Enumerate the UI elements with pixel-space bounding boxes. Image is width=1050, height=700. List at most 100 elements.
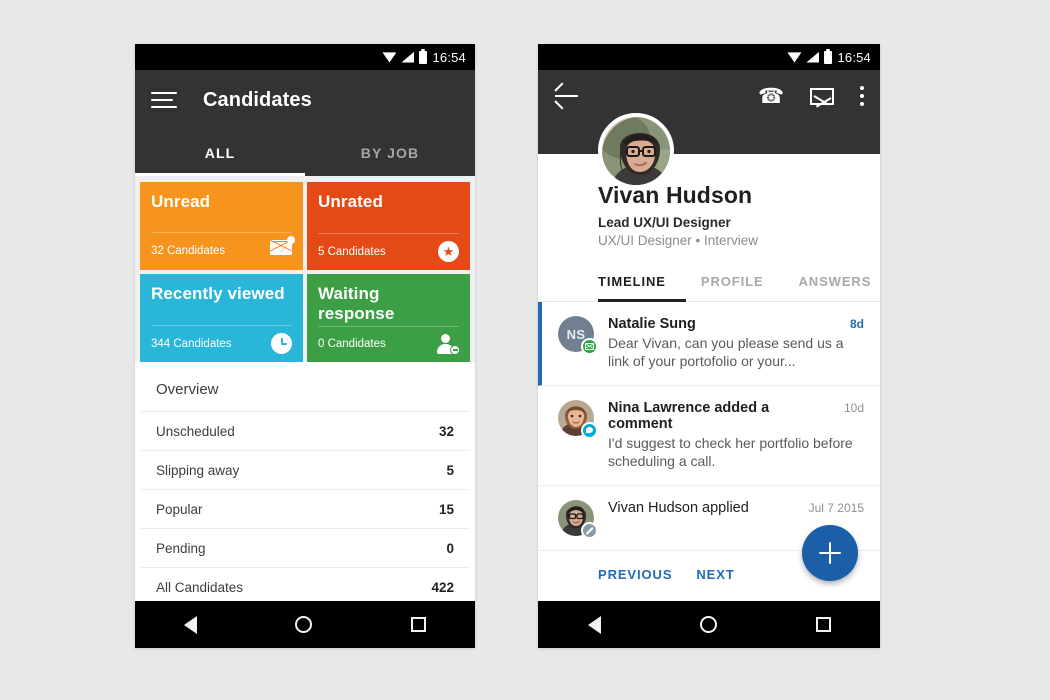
overview-row-popular[interactable]: Popular 15 — [140, 489, 470, 528]
tile-unread[interactable]: Unread 32 Candidates — [140, 182, 303, 270]
overview-value: 15 — [438, 501, 454, 517]
app-bar-right-row: ☎ — [554, 70, 864, 122]
tile-recently-viewed-count: 344 Candidates — [151, 337, 232, 350]
next-button[interactable]: NEXT — [696, 567, 734, 582]
clock-icon — [271, 333, 292, 354]
tiles-section: Unread 32 Candidates Unrated 5 Candidate… — [135, 176, 475, 362]
tile-unread-footer: 32 Candidates — [151, 232, 295, 262]
tab-by-job[interactable]: BY JOB — [305, 130, 475, 176]
status-bar-time: 16:54 — [432, 49, 466, 65]
candidate-role: Lead UX/UI Designer — [598, 215, 731, 230]
tab-bar-right: TIMELINE PROFILE ANSWERS — [538, 264, 880, 302]
nav-recents-icon[interactable] — [815, 617, 831, 632]
timeline-item-body: Natalie Sung 8d Dear Vivan, can you plea… — [608, 316, 864, 371]
tile-unrated-title: Unrated — [318, 192, 383, 211]
app-bar-actions: ☎ — [758, 84, 864, 109]
timeline-item-text: I'd suggest to check her portfolio befor… — [608, 434, 853, 470]
overview-label: Pending — [156, 540, 206, 556]
overview-value: 5 — [446, 462, 454, 478]
overview-label: Popular — [156, 501, 203, 517]
battery-icon — [419, 48, 428, 64]
envelope-icon — [270, 236, 295, 262]
tab-profile[interactable]: PROFILE — [701, 264, 764, 301]
timeline-item-time: 8d — [849, 317, 864, 331]
page-title: Candidates — [203, 88, 312, 111]
tab-timeline[interactable]: TIMELINE — [598, 264, 666, 301]
previous-button[interactable]: PREVIOUS — [598, 567, 672, 582]
back-arrow-icon[interactable] — [554, 82, 578, 110]
mail-icon[interactable] — [810, 87, 834, 105]
timeline-item[interactable]: NS Natalie Sung 8d Dear Vivan, can you p… — [538, 302, 880, 386]
overview-label: Unscheduled — [156, 423, 235, 439]
overview-value: 32 — [438, 423, 454, 439]
nav-home-icon[interactable] — [699, 616, 717, 633]
signal-icon — [401, 51, 415, 63]
overview-label: Slipping away — [156, 462, 240, 478]
timeline-item-text: Dear Vivan, can you please send us a lin… — [608, 335, 844, 370]
tile-waiting-response-count: 0 Candidates — [318, 338, 386, 350]
tile-recently-viewed[interactable]: Recently viewed 344 Candidates — [140, 274, 303, 362]
tile-recently-viewed-title: Recently viewed — [151, 284, 285, 303]
add-fab-button[interactable] — [802, 525, 858, 581]
tab-answers[interactable]: ANSWERS — [799, 264, 872, 301]
timeline-item[interactable]: Nina Lawrence added a comment 10d I'd su… — [538, 385, 880, 486]
comment-badge-icon — [581, 421, 598, 439]
tab-bar-left: ALL BY JOB — [135, 130, 475, 176]
avatar-photo — [558, 399, 598, 439]
tile-waiting-response[interactable]: Waiting response 0 Candidates — [307, 274, 470, 362]
nav-back-icon[interactable] — [587, 615, 601, 634]
timeline-item-title: Vivan Hudson applied — [608, 499, 749, 516]
overview-header: Overview — [156, 381, 219, 398]
tiles-grid: Unread 32 Candidates Unrated 5 Candidate… — [140, 182, 470, 362]
nav-back-icon[interactable] — [184, 615, 198, 634]
tile-waiting-response-footer: 0 Candidates — [318, 326, 460, 355]
overview-card: Overview Unscheduled 32 Slipping away 5 … — [140, 367, 470, 606]
timeline-item-header: Vivan Hudson applied Jul 7 2015 — [608, 500, 864, 516]
tile-unrated-footer: 5 Candidates ★ — [318, 233, 459, 262]
screenshot-stage: 16:54 Candidates ALL BY JOB Unread 32 Ca… — [0, 0, 1050, 700]
status-bar-time: 16:54 — [837, 49, 871, 65]
timeline-item-time: Jul 7 2015 — [808, 500, 864, 515]
candidate-avatar-photo — [598, 113, 674, 189]
status-bar-right: 16:54 — [538, 44, 880, 70]
tab-all[interactable]: ALL — [135, 130, 305, 176]
battery-icon — [824, 48, 833, 64]
app-bar-left: Candidates ALL BY JOB — [135, 70, 475, 176]
timeline-item-time: 10d — [843, 400, 864, 415]
android-nav-bar-left — [135, 601, 475, 648]
hamburger-menu-icon[interactable] — [151, 91, 177, 109]
overflow-menu-icon[interactable] — [860, 86, 864, 106]
timeline-list: NS Natalie Sung 8d Dear Vivan, can you p… — [538, 302, 880, 551]
overview-row-slipping-away[interactable]: Slipping away 5 — [140, 450, 470, 489]
phone-icon[interactable]: ☎ — [758, 84, 784, 109]
overview-value: 422 — [431, 579, 454, 595]
app-bar-row: Candidates — [135, 70, 475, 130]
phone-left-candidates-list: 16:54 Candidates ALL BY JOB Unread 32 Ca… — [135, 44, 475, 648]
edit-badge-icon — [581, 521, 598, 539]
overview-value: 0 — [446, 540, 454, 556]
android-nav-bar-right — [538, 601, 880, 648]
phone-right-candidate-detail: 16:54 ☎ Vivan Hudson Lead UX/UI Designer… — [538, 44, 880, 648]
overview-row-unscheduled[interactable]: Unscheduled 32 — [140, 411, 470, 450]
candidate-identity: Vivan Hudson Lead UX/UI Designer UX/UI D… — [538, 154, 880, 248]
timeline-item-body: Nina Lawrence added a comment 10d I'd su… — [608, 400, 864, 471]
person-remove-icon — [437, 334, 460, 355]
tile-unrated[interactable]: Unrated 5 Candidates ★ — [307, 182, 470, 270]
timeline-item-title: Nina Lawrence added a comment — [608, 399, 770, 432]
status-bar-left: 16:54 — [135, 44, 475, 70]
tile-unrated-count: 5 Candidates — [318, 245, 386, 258]
tile-unread-count: 32 Candidates — [151, 245, 226, 257]
tile-waiting-response-title: Waiting response — [318, 284, 395, 323]
mail-badge-icon — [581, 338, 598, 355]
signal-icon — [806, 51, 820, 63]
nav-home-icon[interactable] — [295, 616, 313, 633]
avatar-photo — [558, 499, 598, 539]
app-bar-right: ☎ — [538, 70, 880, 154]
tab-indicator — [135, 173, 305, 176]
nav-recents-icon[interactable] — [410, 617, 426, 632]
wifi-icon — [787, 52, 802, 63]
overview-row-pending[interactable]: Pending 0 — [140, 528, 470, 567]
avatar-initials: NS — [558, 316, 598, 355]
tile-unread-title: Unread — [151, 192, 211, 211]
timeline-item-title: Natalie Sung — [608, 316, 696, 332]
